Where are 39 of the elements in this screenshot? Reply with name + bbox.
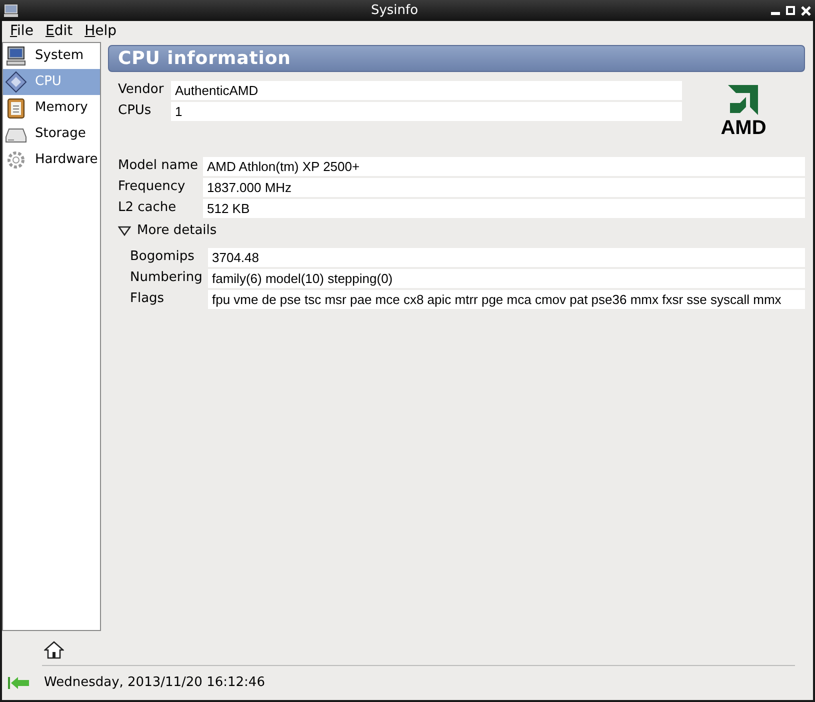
sidebar-item[interactable]: System bbox=[3, 43, 100, 69]
status-text: Wednesday, 2013/11/20 16:12:46 bbox=[44, 674, 265, 692]
field-value: 1837.000 MHz bbox=[203, 178, 805, 196]
field-label: Vendor bbox=[118, 81, 165, 100]
amd-logo-icon bbox=[726, 83, 760, 117]
field-label: CPUs bbox=[118, 102, 152, 120]
back-arrow-icon[interactable] bbox=[8, 676, 30, 690]
section-header: CPU information bbox=[108, 45, 805, 72]
field-label: Frequency bbox=[118, 178, 186, 196]
field-value: 3704.48 bbox=[208, 248, 805, 266]
expander[interactable]: More details bbox=[118, 221, 217, 241]
sidebar-item[interactable]: Hardware bbox=[3, 147, 100, 173]
field-value: family(6) model(10) stepping(0) bbox=[208, 268, 805, 288]
menu-item[interactable]: Help bbox=[84, 21, 116, 42]
menu-item[interactable]: File bbox=[10, 21, 34, 42]
computer-icon bbox=[4, 4, 18, 18]
home-icon[interactable] bbox=[44, 640, 64, 660]
computer-icon bbox=[5, 45, 27, 67]
field-value: AuthenticAMD bbox=[171, 80, 682, 100]
close-button[interactable] bbox=[801, 6, 811, 16]
field-value: 1 bbox=[171, 102, 682, 120]
field-value: 512 KB bbox=[203, 198, 805, 218]
menu-item[interactable]: Edit bbox=[45, 21, 73, 42]
field-value: AMD Athlon(tm) XP 2500+ bbox=[203, 156, 805, 176]
field-label: Bogomips bbox=[130, 248, 196, 266]
triangle-icon bbox=[118, 226, 131, 236]
window-title: Sysinfo bbox=[370, 2, 420, 20]
field-value: fpu vme de pse tsc msr pae mce cx8 apic mtrr pge mca cmov pat pse36 mmx fxsr sse syscall mmx bbox=[208, 290, 805, 308]
clipboard-icon bbox=[5, 97, 27, 119]
field-label: Model name bbox=[118, 157, 200, 176]
chip-icon bbox=[5, 71, 27, 93]
field-label: Flags bbox=[130, 290, 166, 308]
sidebar-item[interactable]: Storage bbox=[3, 121, 100, 147]
sidebar-item[interactable]: Memory bbox=[3, 95, 100, 121]
field-label: Numbering bbox=[130, 269, 204, 288]
gear-icon bbox=[5, 149, 27, 171]
maximize-button[interactable] bbox=[786, 6, 795, 15]
logo-text: AMD bbox=[720, 117, 766, 139]
field-label: L2 cache bbox=[118, 199, 178, 218]
